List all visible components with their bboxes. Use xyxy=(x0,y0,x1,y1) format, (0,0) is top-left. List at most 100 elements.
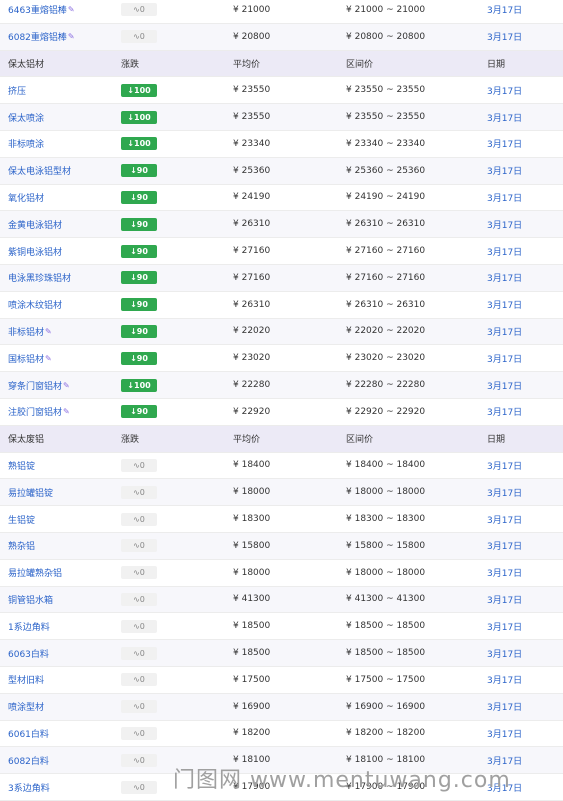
date-link[interactable]: 3月17日 xyxy=(487,84,522,97)
date-link[interactable]: 3月17日 xyxy=(487,700,522,713)
product-link[interactable]: 6063白料 xyxy=(8,647,49,660)
flat-trend-icon: ∿ xyxy=(133,487,140,497)
table-row: 保太喷涂 ↓ 100 ¥ 23550 ¥ 23550 ~ 23550 3月17日 xyxy=(0,104,563,131)
date-link[interactable]: 3月17日 xyxy=(487,593,522,606)
product-link[interactable]: 型材旧料 xyxy=(8,673,44,686)
date-link[interactable]: 3月17日 xyxy=(487,30,522,43)
change-badge: ∿ 0 xyxy=(121,3,157,17)
change-value: 0 xyxy=(139,514,145,524)
product-link[interactable]: 6082重熔铝棒 xyxy=(8,30,67,43)
change-cell: ∿ 0 xyxy=(121,613,221,639)
product-link[interactable]: 挤压 xyxy=(8,84,26,97)
date-link[interactable]: 3月17日 xyxy=(487,405,522,418)
header-range: 区间价 xyxy=(346,435,374,446)
date-link[interactable]: 3月17日 xyxy=(487,111,522,124)
table-row: 注胶门窗铝材 ✎ ↓ 90 ¥ 22920 ¥ 22920 ~ 22920 3月17日 xyxy=(0,398,563,426)
date-link[interactable]: 3月17日 xyxy=(487,137,522,150)
date-cell: 3月17日 xyxy=(487,131,547,157)
date-link[interactable]: 3月17日 xyxy=(487,727,522,740)
date-link[interactable]: 3月17日 xyxy=(487,647,522,660)
date-link[interactable]: 3月17日 xyxy=(487,513,522,526)
product-link[interactable]: 穿条门窗铝材 xyxy=(8,379,62,392)
edit-pen-icon: ✎ xyxy=(45,353,52,363)
product-link[interactable]: 易拉罐熟杂铝 xyxy=(8,566,62,579)
change-cell: ∿ 0 xyxy=(121,453,221,479)
product-name-cell: 6063白料 xyxy=(8,640,118,666)
date-link[interactable]: 3月17日 xyxy=(487,325,522,338)
change-value: 90 xyxy=(136,353,148,363)
table-row: 6063白料 ∿ 0 ¥ 18500 ¥ 18500 ~ 18500 3月17日 xyxy=(0,640,563,667)
avg-price-cell: ¥ 22020 xyxy=(233,326,271,337)
edit-pen-icon: ✎ xyxy=(67,32,75,42)
change-cell: ↓ 90 xyxy=(121,265,221,291)
product-link[interactable]: 喷涂型材 xyxy=(8,700,44,713)
range-price-cell: ¥ 17500 ~ 17500 xyxy=(346,674,426,685)
date-cell: 3月17日 xyxy=(487,587,547,613)
product-link[interactable]: 保太电泳铝型材 xyxy=(8,164,71,177)
avg-price-cell: ¥ 18000 xyxy=(233,567,271,578)
product-link[interactable]: 6463重熔铝棒 xyxy=(8,3,67,16)
product-link[interactable]: 紫铜电泳铝材 xyxy=(8,245,62,258)
table-row: 非标喷涂 ↓ 100 ¥ 23340 ¥ 23340 ~ 23340 3月17日 xyxy=(0,130,563,158)
date-link[interactable]: 3月17日 xyxy=(487,164,522,177)
date-link[interactable]: 3月17日 xyxy=(487,539,522,552)
product-link[interactable]: 熟铝锭 xyxy=(8,459,35,472)
change-cell: ↓ 90 xyxy=(121,319,221,345)
date-link[interactable]: 3月17日 xyxy=(487,620,522,633)
product-link[interactable]: 6061白料 xyxy=(8,727,49,740)
product-link[interactable]: 生铝锭 xyxy=(8,513,35,526)
date-link[interactable]: 3月17日 xyxy=(487,673,522,686)
product-link[interactable]: 国标铝材 xyxy=(8,352,44,365)
arrow-down-icon: ↓ xyxy=(130,219,137,229)
change-value: 0 xyxy=(139,782,145,792)
product-name-cell: 氧化铝材 xyxy=(8,185,118,211)
table-row: 穿条门窗铝材 ✎ ↓ 100 ¥ 22280 ¥ 22280 ~ 22280 3月17日 xyxy=(0,372,563,399)
date-link[interactable]: 3月17日 xyxy=(487,486,522,499)
table-row: 生铝锭 ∿ 0 ¥ 18300 ¥ 18300 ~ 18300 3月17日 xyxy=(0,506,563,533)
product-link[interactable]: 喷涂木纹铝材 xyxy=(8,298,62,311)
arrow-down-icon: ↓ xyxy=(127,380,134,390)
table-row: 电泳黑珍珠铝材 ↓ 90 ¥ 27160 ¥ 27160 ~ 27160 3月17日 xyxy=(0,264,563,292)
date-link[interactable]: 3月17日 xyxy=(487,379,522,392)
header-date: 日期 xyxy=(487,59,506,70)
date-link[interactable]: 3月17日 xyxy=(487,218,522,231)
product-link[interactable]: 铜管铝水箱 xyxy=(8,593,53,606)
product-link[interactable]: 金黄电泳铝材 xyxy=(8,218,62,231)
date-link[interactable]: 3月17日 xyxy=(487,245,522,258)
product-link[interactable]: 氧化铝材 xyxy=(8,191,44,204)
date-cell: 3月17日 xyxy=(487,453,547,479)
flat-trend-icon: ∿ xyxy=(133,755,140,765)
change-cell: ↓ 100 xyxy=(121,77,221,103)
table-row: 易拉罐铝锭 ∿ 0 ¥ 18000 ¥ 18000 ~ 18000 3月17日 xyxy=(0,479,563,507)
product-link[interactable]: 熟杂铝 xyxy=(8,539,35,552)
product-link[interactable]: 非标铝材 xyxy=(8,325,44,338)
product-link[interactable]: 保太喷涂 xyxy=(8,111,44,124)
change-badge: ↓ 90 xyxy=(121,271,157,285)
product-link[interactable]: 注胶门窗铝材 xyxy=(8,405,62,418)
date-cell: 3月17日 xyxy=(487,265,547,291)
date-link[interactable]: 3月17日 xyxy=(487,352,522,365)
product-link[interactable]: 1系边角料 xyxy=(8,620,50,633)
table-row: 熟杂铝 ∿ 0 ¥ 15800 ¥ 15800 ~ 15800 3月17日 xyxy=(0,532,563,560)
avg-price-cell: ¥ 18500 xyxy=(233,621,271,632)
product-link[interactable]: 3系边角料 xyxy=(8,781,50,794)
date-cell: 3月17日 xyxy=(487,24,547,50)
date-link[interactable]: 3月17日 xyxy=(487,3,522,16)
product-link[interactable]: 6082白料 xyxy=(8,754,49,767)
product-name-cell: 喷涂木纹铝材 xyxy=(8,292,118,318)
section-header-row: 保太铝材 涨跌 平均价 区间价 日期 xyxy=(0,50,563,78)
date-cell: 3月17日 xyxy=(487,640,547,666)
change-badge: ∿ 0 xyxy=(121,726,157,740)
date-link[interactable]: 3月17日 xyxy=(487,298,522,311)
date-link[interactable]: 3月17日 xyxy=(487,459,522,472)
product-name-cell: 非标铝材 ✎ xyxy=(8,319,118,345)
product-link[interactable]: 易拉罐铝锭 xyxy=(8,486,53,499)
product-link[interactable]: 电泳黑珍珠铝材 xyxy=(8,271,71,284)
change-cell: ∿ 0 xyxy=(121,694,221,720)
change-badge: ∿ 0 xyxy=(121,592,157,606)
date-cell: 3月17日 xyxy=(487,613,547,639)
date-link[interactable]: 3月17日 xyxy=(487,271,522,284)
product-link[interactable]: 非标喷涂 xyxy=(8,137,44,150)
date-link[interactable]: 3月17日 xyxy=(487,566,522,579)
date-link[interactable]: 3月17日 xyxy=(487,191,522,204)
